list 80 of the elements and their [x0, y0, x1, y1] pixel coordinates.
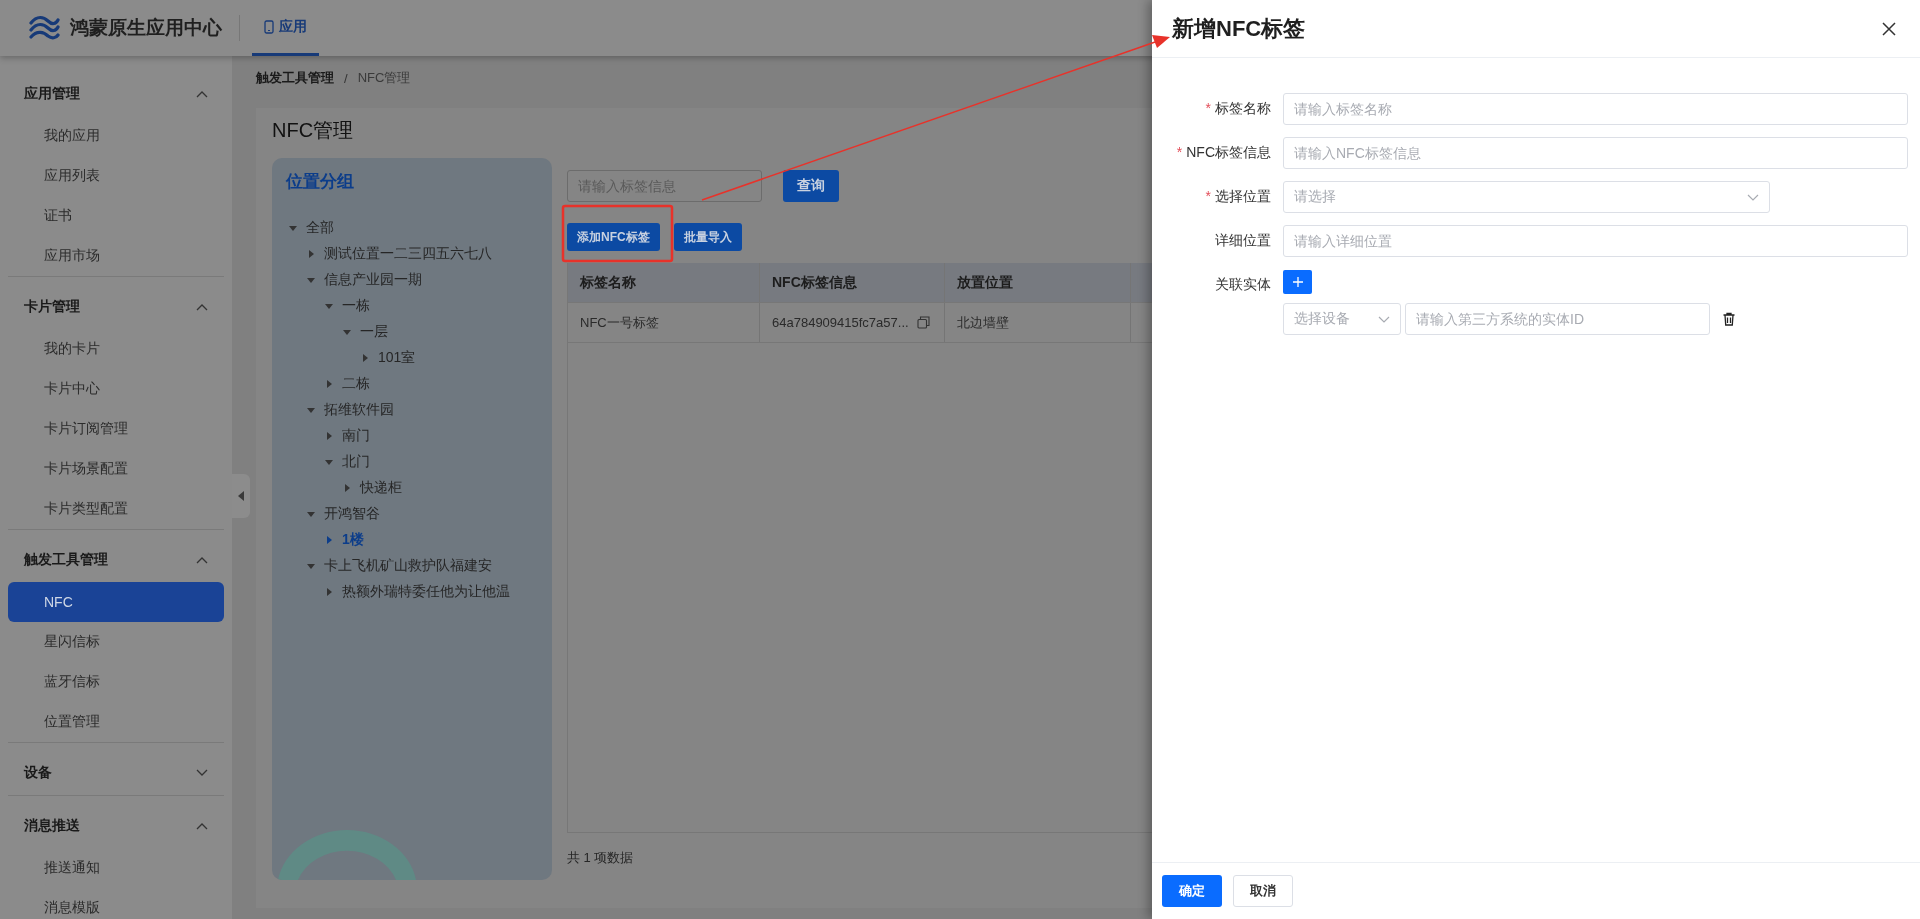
app-name: 鸿蒙原生应用中心 — [70, 16, 222, 40]
add-button[interactable] — [1283, 270, 1312, 294]
table-cell: 64a784909415fc7a57... — [772, 315, 909, 330]
required-mark: * — [1205, 188, 1211, 204]
menu-group-header[interactable]: 触发工具管理 — [8, 538, 224, 582]
field-label: 关联实体 — [1214, 275, 1271, 294]
select-field[interactable]: 请选择 — [1283, 181, 1770, 213]
trash-icon[interactable] — [1722, 312, 1736, 326]
chevron-down-icon — [1378, 315, 1390, 323]
menu-group-header[interactable]: 应用管理 — [8, 72, 224, 116]
menu-item[interactable]: 卡片场景配置 — [8, 449, 224, 489]
menu-item[interactable]: 卡片订阅管理 — [8, 409, 224, 449]
menu-item[interactable]: 应用列表 — [8, 156, 224, 196]
tree-node[interactable]: 101室 — [360, 345, 416, 371]
table-cell: 北边墙壁 — [945, 303, 1131, 342]
page-title: NFC管理 — [272, 118, 355, 143]
breadcrumb-item: NFC管理 — [357, 69, 411, 87]
menu-item[interactable]: 推送通知 — [8, 848, 224, 888]
tree-node[interactable]: 二栋 — [324, 371, 370, 397]
menu-item[interactable]: 消息模版 — [8, 888, 224, 919]
required-mark: * — [1176, 144, 1183, 160]
field-label: NFC标签信息 — [1186, 144, 1271, 160]
menu-item[interactable]: 星闪信标 — [8, 622, 224, 662]
breadcrumb-item[interactable]: 触发工具管理 — [256, 69, 334, 87]
menu-item[interactable]: 我的卡片 — [8, 329, 224, 369]
plus-icon — [1292, 277, 1303, 287]
caret-left-icon — [237, 490, 245, 502]
panel-title: 位置分组 — [286, 171, 354, 193]
nav-tab[interactable]: 应用 — [252, 0, 319, 56]
breadcrumb-separator: / — [344, 70, 348, 86]
menu-group-header[interactable]: 设备 — [8, 751, 224, 795]
query-button[interactable]: 查询 — [783, 170, 839, 202]
menu-item[interactable]: NFC — [8, 582, 224, 622]
logo-icon — [28, 14, 60, 42]
tree-node[interactable]: 南门 — [324, 423, 370, 449]
menu-item[interactable]: 应用市场 — [8, 236, 224, 276]
tree-node[interactable]: 开鸿智谷 — [306, 501, 380, 527]
tree-node[interactable]: 热额外瑞特委任他为让他温 — [324, 579, 510, 605]
required-mark: * — [1205, 100, 1211, 116]
field-label: 选择位置 — [1215, 188, 1271, 204]
tree-node[interactable]: 信息产业园一期 — [306, 267, 422, 293]
field-label: 详细位置 — [1214, 231, 1271, 250]
collapse-handle[interactable] — [232, 474, 250, 518]
column-header: 标签名称 — [568, 263, 760, 302]
close-icon — [1882, 21, 1896, 36]
input-field[interactable]: 请输入第三方系统的实体ID — [1405, 303, 1710, 335]
input-field[interactable]: 请输入标签名称 — [1283, 93, 1908, 125]
tree-node[interactable]: 1楼 — [324, 527, 364, 553]
select-field[interactable]: 选择设备 — [1283, 303, 1401, 335]
tree-node[interactable]: 快递柜 — [342, 475, 402, 501]
copy-icon[interactable] — [916, 316, 930, 329]
tree-node[interactable]: 一栋 — [324, 293, 370, 319]
tree-node[interactable]: 测试位置一二三四五六七八 — [306, 241, 492, 267]
input-field[interactable]: 请输入详细位置 — [1283, 225, 1908, 257]
menu-group-header[interactable]: 消息推送 — [8, 804, 224, 848]
close-button[interactable] — [1882, 21, 1896, 36]
chevron-down-icon — [1747, 193, 1759, 201]
tree-node[interactable]: 卡上飞机矿山救护队福建安 — [306, 553, 492, 579]
menu-item[interactable]: 卡片中心 — [8, 369, 224, 409]
drawer-title: 新增NFC标签 — [1172, 14, 1306, 43]
cancel-button[interactable]: 取消 — [1233, 875, 1293, 907]
input-field[interactable]: 请输入NFC标签信息 — [1283, 137, 1908, 169]
import-button[interactable]: 批量导入 — [673, 223, 742, 251]
field-label: 标签名称 — [1215, 100, 1271, 116]
phone-icon — [264, 19, 274, 34]
tree-node[interactable]: 全部 — [288, 215, 334, 241]
add-button[interactable]: 添加NFC标签 — [567, 223, 660, 251]
tree-node[interactable]: 一层 — [342, 319, 388, 345]
menu-group-header[interactable]: 卡片管理 — [8, 285, 224, 329]
tree-node[interactable]: 拓维软件园 — [306, 397, 394, 423]
menu-item[interactable]: 卡片类型配置 — [8, 489, 224, 529]
total-count: 共 1 项数据 — [567, 849, 635, 867]
column-header: 放置位置 — [945, 263, 1131, 302]
menu-item[interactable]: 证书 — [8, 196, 224, 236]
menu-item[interactable]: 我的应用 — [8, 116, 224, 156]
column-header: NFC标签信息 — [760, 263, 945, 302]
tree-node[interactable]: 北门 — [324, 449, 370, 475]
menu-item[interactable]: 蓝牙信标 — [8, 662, 224, 702]
confirm-button[interactable]: 确定 — [1162, 875, 1222, 907]
menu-item[interactable]: 位置管理 — [8, 702, 224, 742]
